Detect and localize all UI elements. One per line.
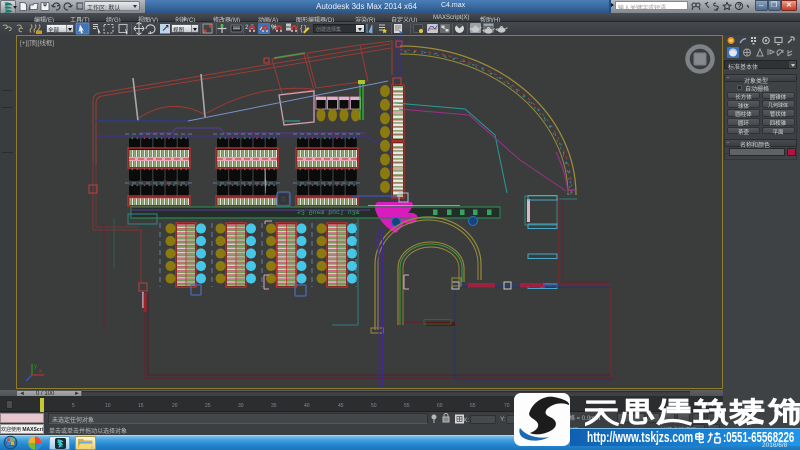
svg-text:{: { — [300, 24, 303, 33]
svg-text:s3 Guem bucl u3m: s3 Guem bucl u3m — [297, 209, 360, 216]
svg-text:X:: X: — [463, 417, 469, 424]
svg-text:x: x — [39, 369, 42, 375]
svg-text:y: y — [34, 364, 37, 370]
svg-text:?: ? — [737, 4, 741, 11]
